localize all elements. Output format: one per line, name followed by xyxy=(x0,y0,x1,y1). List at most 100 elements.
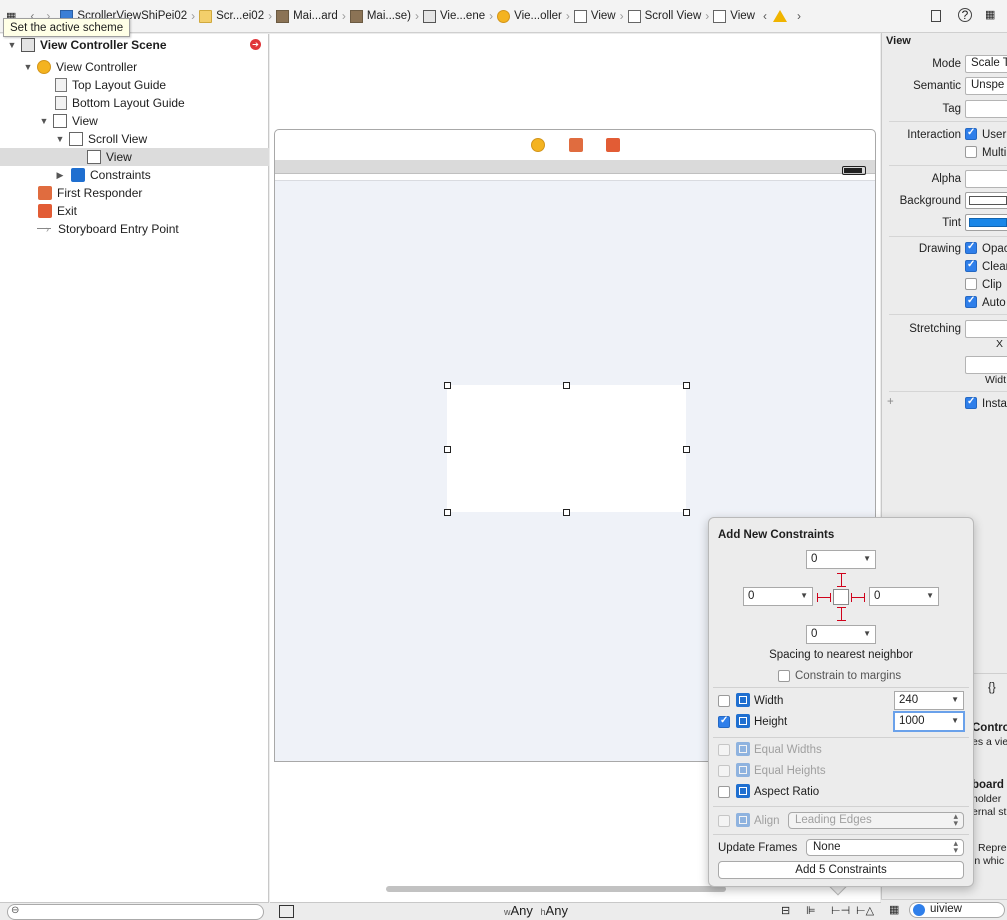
stack-icon[interactable]: ⊟ xyxy=(781,904,790,917)
jumpbar-item-storyboard-base[interactable]: Mai...se) xyxy=(349,9,411,23)
chevron-down-icon[interactable]: ▼ xyxy=(800,591,808,600)
help-inspector-icon[interactable]: ? xyxy=(958,8,972,22)
toggle-outline-icon[interactable] xyxy=(279,905,294,918)
stretching-x-field[interactable] xyxy=(965,320,1007,338)
outline-row-exit[interactable]: Exit xyxy=(0,202,269,220)
selected-inner-view[interactable] xyxy=(447,385,686,512)
equal-heights-checkbox[interactable] xyxy=(718,765,730,777)
aspect-ratio-checkbox[interactable] xyxy=(718,786,730,798)
identity-inspector-icon[interactable]: ▦ xyxy=(985,8,995,21)
add-constraints-button[interactable]: Add 5 Constraints xyxy=(718,861,964,879)
top-spacing-combo[interactable]: 0 ▼ xyxy=(806,550,876,569)
resize-handle[interactable] xyxy=(444,382,451,389)
outline-row-entry-point[interactable]: › Storyboard Entry Point xyxy=(0,220,269,238)
pin-icon[interactable]: ⊢⊣ xyxy=(831,904,850,917)
disclosure-triangle-icon[interactable]: ▼ xyxy=(23,62,33,72)
horizontal-scrollbar[interactable] xyxy=(386,886,726,892)
view-controller-icon[interactable] xyxy=(531,138,545,152)
chevron-down-icon[interactable]: ▼ xyxy=(951,716,959,725)
jumpbar-item-scroll-view[interactable]: Scroll View xyxy=(627,9,701,23)
background-color-well[interactable] xyxy=(965,192,1007,209)
jumpbar-item-view[interactable]: View xyxy=(573,9,616,23)
resize-handle[interactable] xyxy=(563,509,570,516)
disclosure-triangle-icon[interactable]: ▶ xyxy=(55,170,65,181)
previous-issue-icon[interactable]: ‹ xyxy=(763,9,767,23)
disclosure-triangle-icon[interactable]: ▼ xyxy=(39,116,49,126)
disclosure-triangle-icon[interactable]: ▼ xyxy=(55,134,65,144)
align-checkbox[interactable] xyxy=(718,815,730,827)
autoresize-subviews-checkbox[interactable] xyxy=(965,295,977,308)
library-search-field[interactable]: uiview xyxy=(909,902,1005,918)
clip-subviews-checkbox[interactable] xyxy=(965,278,977,290)
constraint-target-box xyxy=(833,589,849,605)
top-strut-icon[interactable] xyxy=(841,573,842,587)
stretching-width-field[interactable] xyxy=(965,356,1007,374)
chevron-down-icon[interactable]: ▼ xyxy=(926,591,934,600)
outline-row-first-responder[interactable]: First Responder xyxy=(0,184,269,202)
jumpbar-item-scene[interactable]: Vie...ene xyxy=(422,9,485,23)
resize-handle[interactable] xyxy=(683,446,690,453)
trailing-spacing-combo[interactable]: 0 ▼ xyxy=(869,587,939,606)
clears-graphics-checkbox[interactable] xyxy=(965,259,977,272)
outline-row-view[interactable]: ▼ View xyxy=(0,112,269,130)
leading-spacing-combo[interactable]: 0 ▼ xyxy=(743,587,813,606)
opaque-checkbox[interactable] xyxy=(965,241,977,254)
first-responder-icon[interactable] xyxy=(569,138,583,152)
equal-widths-checkbox[interactable] xyxy=(718,744,730,756)
bottom-strut-icon[interactable] xyxy=(841,607,842,621)
chevron-right-icon: › xyxy=(341,9,346,23)
chevron-down-icon[interactable]: ▼ xyxy=(863,629,871,638)
leading-strut-icon[interactable] xyxy=(817,597,831,598)
width-checkbox[interactable] xyxy=(718,695,730,707)
tint-color-well[interactable] xyxy=(965,214,1007,231)
width-combo[interactable]: 240 ▼ xyxy=(894,691,964,710)
outline-row-inner-view[interactable]: View xyxy=(0,148,269,166)
user-interaction-checkbox[interactable] xyxy=(965,127,977,140)
tag-field[interactable] xyxy=(965,100,1007,118)
multiple-touch-checkbox[interactable] xyxy=(965,146,977,158)
file-inspector-icon[interactable] xyxy=(931,10,941,22)
outline-row-scene[interactable]: ▼ View Controller Scene xyxy=(0,36,269,54)
next-issue-icon[interactable]: › xyxy=(797,9,801,23)
align-popup[interactable]: Leading Edges ▴ ▾ xyxy=(788,812,964,829)
jumpbar-item-view-controller[interactable]: Vie...oller xyxy=(497,9,562,23)
outline-row-view-controller[interactable]: ▼ View Controller xyxy=(0,58,269,76)
folder-icon xyxy=(199,9,213,23)
disclosure-triangle-icon[interactable]: ▼ xyxy=(7,40,17,50)
chevron-down-icon[interactable]: ▼ xyxy=(863,554,871,563)
outline-row-bottom-layout-guide[interactable]: Bottom Layout Guide xyxy=(0,94,269,112)
installed-checkbox[interactable] xyxy=(965,396,977,409)
semantic-select[interactable]: Unspe xyxy=(965,77,1007,95)
update-frames-popup[interactable]: None ▴ ▾ xyxy=(806,839,964,856)
outline-filter-field[interactable]: ⊖ xyxy=(7,904,264,920)
jumpbar-item-folder[interactable]: Scr...ei02 xyxy=(199,9,264,23)
resize-handle[interactable] xyxy=(444,446,451,453)
bottom-spacing-combo[interactable]: 0 ▼ xyxy=(806,625,876,644)
chevron-down-icon[interactable]: ▼ xyxy=(951,695,959,704)
resize-handle[interactable] xyxy=(444,509,451,516)
jumpbar-item-storyboard[interactable]: Mai...ard xyxy=(276,9,338,23)
align-icon[interactable]: ⊫ xyxy=(806,904,816,917)
outline-row-top-layout-guide[interactable]: Top Layout Guide xyxy=(0,76,269,94)
scene-warning-badge-icon[interactable]: ➔ xyxy=(250,39,261,50)
warning-icon[interactable] xyxy=(772,10,787,22)
height-checkbox[interactable] xyxy=(718,715,730,728)
size-class-control[interactable]: wAny hAny xyxy=(504,903,568,918)
height-combo[interactable]: 1000 ▼ xyxy=(893,711,965,732)
resize-handle[interactable] xyxy=(683,509,690,516)
alpha-field[interactable] xyxy=(965,170,1007,188)
constrain-to-margins-checkbox[interactable] xyxy=(778,670,790,682)
outline-row-scroll-view[interactable]: ▼ Scroll View xyxy=(0,130,269,148)
trailing-strut-icon[interactable] xyxy=(851,597,865,598)
add-variation-button[interactable]: + xyxy=(887,396,894,408)
mode-select[interactable]: Scale T xyxy=(965,55,1007,73)
exit-icon[interactable] xyxy=(606,138,620,152)
resize-handle[interactable] xyxy=(683,382,690,389)
resolve-auto-layout-icon[interactable]: ⊢△ xyxy=(856,904,874,917)
resize-handle[interactable] xyxy=(563,382,570,389)
grid-view-icon[interactable]: ▦ xyxy=(889,903,899,916)
jumpbar-item-inner-view[interactable]: View xyxy=(713,9,755,23)
outline-row-constraints[interactable]: ▶ Constraints xyxy=(0,166,269,184)
code-snippet-library-icon[interactable]: {} xyxy=(988,682,996,694)
document-outline: ▼ View Controller Scene ▼ View Controlle… xyxy=(0,34,269,902)
